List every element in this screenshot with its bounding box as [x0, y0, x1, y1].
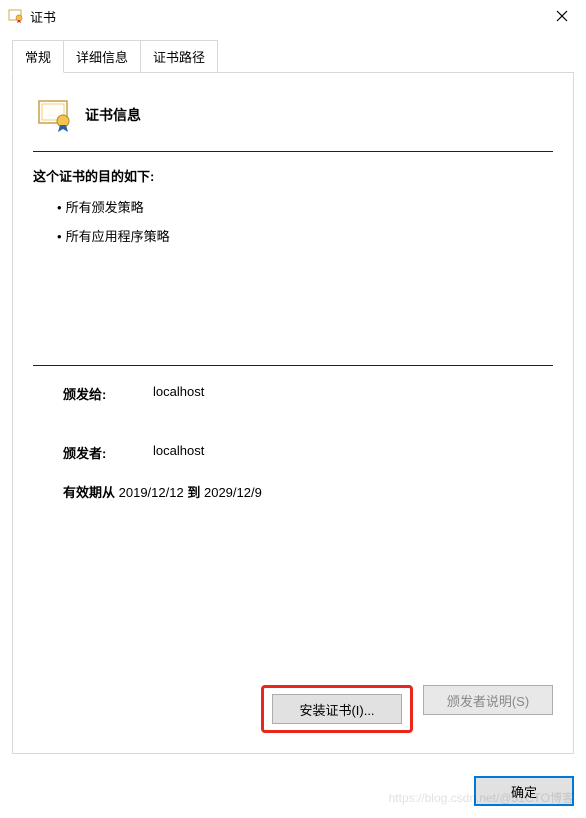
- dialog-content: 常规 详细信息 证书路径 证书信息 这个证书的目的如下: 所有颁发: [0, 32, 586, 766]
- purpose-item: 所有应用程序策略: [57, 226, 553, 245]
- tab-bar: 常规 详细信息 证书路径: [12, 40, 574, 73]
- validity-to-value: 2029/12/9: [204, 485, 262, 500]
- validity-row: 有效期从 2019/12/12 到 2029/12/9: [33, 482, 553, 501]
- issued-to-row: 颁发给: localhost: [63, 384, 553, 403]
- divider: [33, 365, 553, 366]
- install-certificate-button[interactable]: 安装证书(I)...: [272, 694, 402, 724]
- certificate-icon: [8, 8, 24, 24]
- tab-panel-general: 证书信息 这个证书的目的如下: 所有颁发策略 所有应用程序策略 颁发给: loc…: [12, 72, 574, 754]
- certificate-dialog: 证书 常规 详细信息 证书路径: [0, 0, 586, 818]
- titlebar: 证书: [0, 0, 586, 32]
- cert-info-title: 证书信息: [85, 105, 141, 125]
- purposes-heading: 这个证书的目的如下:: [33, 166, 553, 185]
- validity-to-label: 到: [187, 485, 200, 500]
- close-button[interactable]: [542, 2, 582, 30]
- purposes-list: 所有颁发策略 所有应用程序策略: [33, 197, 553, 255]
- issued-by-label: 颁发者:: [63, 443, 153, 462]
- issued-by-value: localhost: [153, 443, 204, 462]
- panel-buttons: 安装证书(I)... 颁发者说明(S): [33, 675, 553, 733]
- close-icon: [556, 10, 568, 22]
- tab-certpath[interactable]: 证书路径: [140, 40, 218, 73]
- highlight-box: 安装证书(I)...: [261, 685, 413, 733]
- divider: [33, 151, 553, 152]
- window-title: 证书: [30, 7, 56, 26]
- issued-to-label: 颁发给:: [63, 384, 153, 403]
- tab-general[interactable]: 常规: [12, 40, 64, 73]
- certificate-large-icon: [37, 97, 73, 133]
- ok-button[interactable]: 确定: [474, 776, 574, 806]
- purpose-item: 所有颁发策略: [57, 197, 553, 216]
- issuer-statement-button: 颁发者说明(S): [423, 685, 553, 715]
- tab-details[interactable]: 详细信息: [63, 40, 141, 73]
- issued-to-value: localhost: [153, 384, 204, 403]
- dialog-footer: 确定: [0, 766, 586, 818]
- validity-from-label: 有效期从: [63, 485, 115, 500]
- titlebar-left: 证书: [8, 7, 56, 26]
- validity-from-value: 2019/12/12: [119, 485, 184, 500]
- cert-header: 证书信息: [33, 97, 553, 133]
- cert-details: 颁发给: localhost 颁发者: localhost: [33, 384, 553, 482]
- issued-by-row: 颁发者: localhost: [63, 443, 553, 462]
